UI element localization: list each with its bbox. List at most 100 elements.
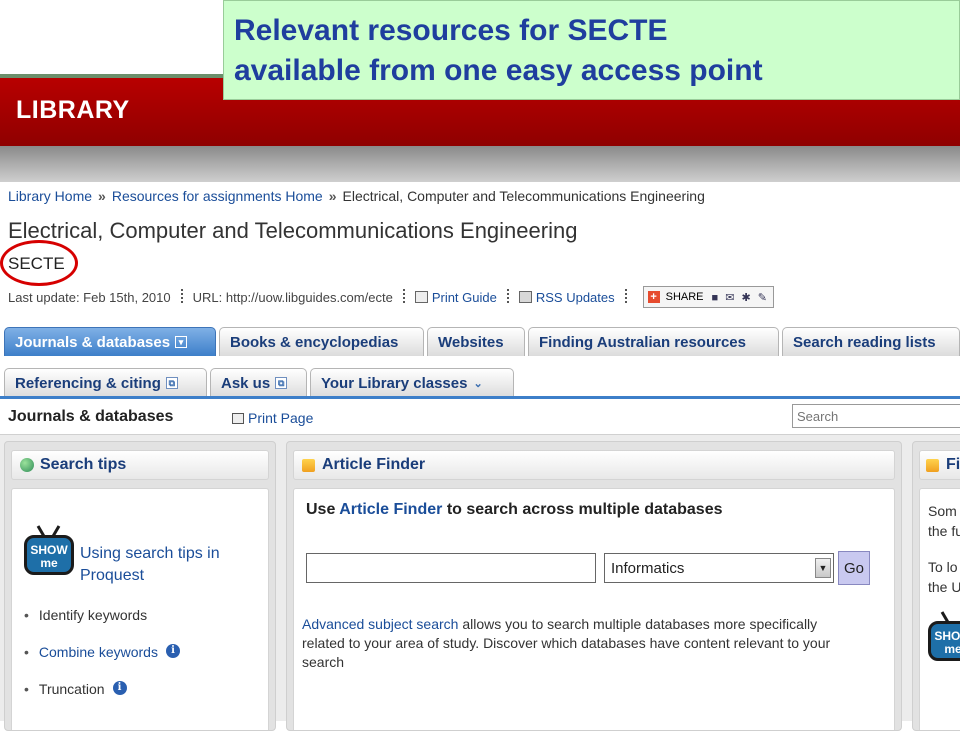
tab-ask-us[interactable]: Ask us ⧉ — [210, 368, 307, 397]
tab-label: Journals & databases — [15, 333, 171, 351]
right-box-body: Som the fu To lo the U SHOW me — [919, 488, 960, 730]
tab-label: Finding Australian resources — [539, 333, 746, 351]
search-tips-body: SHOW me Using search tips in Proquest Id… — [11, 488, 269, 730]
share-plus-icon: + — [647, 291, 660, 303]
dropdown-arrow-icon: ▼ — [815, 558, 831, 578]
article-finder-header: Article Finder — [293, 450, 895, 480]
callout-line-1: Relevant resources for SECTE — [234, 14, 668, 47]
share-services-icon: ■ ✉ ✱ ✎ — [711, 291, 769, 304]
breadcrumb-library-home[interactable]: Library Home — [8, 188, 92, 204]
breadcrumb-separator: » — [328, 188, 337, 204]
show-me-tv-icon: SHOW me — [24, 525, 78, 581]
section-title: Journals & databases — [8, 408, 174, 425]
list-item: Identify keywords — [24, 607, 180, 644]
right-box: Fi Som the fu To lo the U SHOW me — [912, 441, 960, 731]
page-subtitle: SECTE — [8, 254, 65, 273]
callout-line-2: available from one easy access point — [234, 54, 763, 87]
tab-journals-databases[interactable]: Journals & databases ▾ — [4, 327, 216, 356]
article-finder-title: Article Finder — [322, 456, 426, 473]
tab-label: Referencing & citing — [15, 374, 161, 392]
page-title: Electrical, Computer and Telecommunicati… — [8, 218, 578, 243]
breadcrumb-separator: » — [98, 188, 106, 204]
breadcrumb: Library Home » Resources for assignments H… — [8, 188, 705, 204]
meta-separator — [402, 289, 405, 305]
search-tips-list: Identify keywords Combine keywords i Trun… — [24, 607, 180, 718]
article-finder-input[interactable] — [306, 553, 596, 583]
tab-finding-australian-resources[interactable]: Finding Australian resources — [528, 327, 779, 356]
print-page-label: Print Page — [248, 410, 314, 426]
tab-label: Search reading lists — [793, 333, 936, 351]
article-finder-box: Article Finder Use Article Finder to sea… — [286, 441, 902, 731]
share-label: SHARE — [665, 291, 704, 303]
info-icon[interactable]: i — [165, 644, 180, 658]
new-window-icon: ⧉ — [275, 377, 288, 389]
meta-separator — [180, 289, 183, 305]
tab-your-library-classes[interactable]: Your Library classes ⌄ — [310, 368, 514, 397]
dropdown-icon: ▾ — [175, 336, 188, 348]
guide-content: Library Home » Resources for assignments H… — [0, 182, 960, 731]
rss-box-icon — [926, 458, 939, 472]
tip-truncation: Truncation — [38, 681, 105, 697]
tab-label: Books & encyclopedias — [230, 333, 399, 351]
advanced-search-description: Advanced subject search allows you to se… — [302, 615, 862, 672]
breadcrumb-current: Electrical, Computer and Telecommunicati… — [342, 188, 705, 204]
go-button[interactable]: Go — [838, 551, 870, 585]
subject-select-value: Informatics — [611, 559, 685, 577]
right-text-line: Som — [928, 503, 957, 519]
tab-label: Ask us — [221, 374, 271, 392]
meta-separator — [624, 289, 627, 305]
show-me-tv-icon: SHOW me — [928, 611, 960, 667]
share-button[interactable]: + SHARE ■ ✉ ✱ ✎ — [642, 286, 774, 308]
tip-combine-keywords-link[interactable]: Combine keywords — [39, 644, 158, 660]
callout-annotation: Relevant resources for SECTE available f… — [223, 0, 960, 100]
article-finder-link[interactable]: Article Finder — [339, 501, 442, 518]
print-guide-link[interactable]: Print Guide — [432, 290, 497, 305]
print-icon — [414, 291, 428, 303]
article-finder-body: Use Article Finder to search across mult… — [293, 488, 895, 730]
subject-select[interactable]: Informatics ▼ — [604, 553, 834, 583]
right-box-header: Fi — [919, 450, 960, 480]
tab-books-encyclopedias[interactable]: Books & encyclopedias — [219, 327, 424, 356]
globe-icon — [20, 458, 34, 472]
rss-box-icon — [302, 458, 315, 472]
proquest-tips-link[interactable]: Using search tips in Proquest — [80, 543, 230, 587]
tv-screen: SHOW me — [928, 621, 960, 661]
advanced-subject-search-link[interactable]: Advanced subject search — [302, 616, 458, 632]
search-tips-header: Search tips — [11, 450, 269, 480]
chevron-down-icon: ⌄ — [473, 377, 483, 390]
boxes-area: Search tips SHOW me Using search tips in… — [0, 434, 960, 731]
guide-url: URL: http://uow.libguides.com/ecte — [192, 289, 393, 305]
library-title: LIBRARY — [16, 96, 130, 124]
rss-icon — [518, 291, 532, 303]
search-tips-box: Search tips SHOW me Using search tips in… — [4, 441, 276, 731]
meta-separator — [506, 289, 509, 305]
search-tips-title: Search tips — [40, 456, 127, 473]
right-text-line: the U — [928, 579, 960, 595]
guide-search-input[interactable] — [792, 404, 960, 428]
right-box-title: Fi — [946, 456, 960, 473]
article-finder-intro: Use Article Finder to search across mult… — [306, 501, 722, 519]
tip-identify-keywords: Identify keywords — [38, 607, 148, 623]
right-text-line: To lo — [928, 559, 958, 575]
tab-referencing-citing[interactable]: Referencing & citing ⧉ — [4, 368, 207, 397]
guide-meta-bar: Last update: Feb 15th, 2010 URL: http://… — [8, 286, 774, 308]
list-item: Combine keywords i — [24, 644, 180, 681]
rss-updates-link[interactable]: RSS Updates — [536, 290, 615, 305]
last-update: Last update: Feb 15th, 2010 — [8, 289, 171, 305]
intro-text: to search across multiple databases — [446, 501, 723, 518]
tab-search-reading-lists[interactable]: Search reading lists — [782, 327, 960, 356]
list-item: Truncation i — [24, 681, 180, 718]
header-gray-bar — [0, 146, 960, 182]
new-window-icon: ⧉ — [165, 377, 178, 389]
breadcrumb-resources-home[interactable]: Resources for assignments Home — [112, 188, 323, 204]
tab-bar-rule — [0, 396, 960, 399]
tab-label: Your Library classes — [321, 374, 468, 392]
tab-websites[interactable]: Websites — [427, 327, 525, 356]
print-icon — [232, 413, 244, 424]
tab-label: Websites — [438, 333, 504, 351]
right-text-line: the fu — [928, 523, 960, 539]
tv-screen: SHOW me — [24, 535, 74, 575]
print-page-link[interactable]: Print Page — [232, 410, 313, 426]
info-icon[interactable]: i — [112, 681, 127, 695]
intro-text: Use — [306, 501, 336, 518]
